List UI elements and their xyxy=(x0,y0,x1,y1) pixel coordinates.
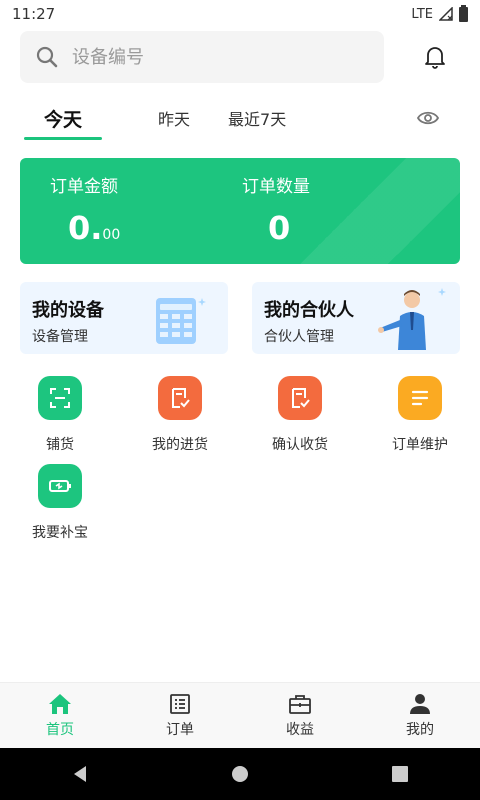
nav-earnings[interactable]: 收益 xyxy=(240,683,360,748)
my-devices-card[interactable]: 我的设备 设备管理 xyxy=(20,282,228,354)
grid-label: 铺货 xyxy=(46,437,74,453)
nav-home[interactable]: 首页 xyxy=(0,683,120,748)
search-input[interactable] xyxy=(72,46,322,68)
nav-label: 首页 xyxy=(46,721,74,738)
grid-item-confirm-receipt[interactable]: 确认收货 xyxy=(240,376,360,464)
nav-orders[interactable]: 订单 xyxy=(120,683,240,748)
battery-icon xyxy=(459,4,468,22)
order-list-icon xyxy=(170,693,190,714)
status-icons: LTE xyxy=(411,4,468,22)
amount-label: 订单金额 xyxy=(50,177,118,197)
eye-icon[interactable] xyxy=(416,106,440,130)
grid-item-replenish[interactable]: 我要补宝 xyxy=(0,464,120,552)
grid-item-order-maintenance[interactable]: 订单维护 xyxy=(360,376,480,464)
grid-item-puhuo[interactable]: 铺货 xyxy=(0,376,120,464)
nav-profile[interactable]: 我的 xyxy=(360,683,480,748)
receipt-check-icon xyxy=(158,376,202,420)
amount-int: 0. xyxy=(68,209,103,247)
amount-value: 0.00 xyxy=(68,209,120,247)
signal-icon xyxy=(439,7,453,21)
count-label: 订单数量 xyxy=(242,177,310,197)
grid-label: 我的进货 xyxy=(152,437,208,453)
nav-label: 我的 xyxy=(406,721,434,738)
calculator-icon xyxy=(156,298,206,344)
count-value: 0 xyxy=(268,209,291,247)
function-grid: 铺货 我的进货 确认收货 订单维护 我要补宝 xyxy=(0,376,480,552)
tab-last7days[interactable]: 最近7天 xyxy=(228,96,286,140)
date-tabs: 今天 昨天 最近7天 xyxy=(24,96,460,140)
nav-label: 订单 xyxy=(166,721,194,738)
search-row xyxy=(20,30,460,84)
system-nav-bar xyxy=(0,748,480,800)
stat-count: 订单数量 0 xyxy=(242,172,310,247)
home-icon xyxy=(49,693,71,714)
back-icon[interactable] xyxy=(70,764,90,784)
scan-icon xyxy=(38,376,82,420)
amount-dec: 00 xyxy=(102,227,121,243)
status-time: 11:27 xyxy=(12,5,56,23)
tab-today[interactable]: 今天 xyxy=(24,96,103,140)
grid-row: 铺货 我的进货 确认收货 订单维护 xyxy=(0,376,480,464)
receipt-check-icon xyxy=(278,376,322,420)
battery-icon xyxy=(38,464,82,508)
recents-icon[interactable] xyxy=(390,764,410,784)
nav-label: 收益 xyxy=(286,721,314,738)
stat-amount: 订单金额 0.00 xyxy=(50,172,120,247)
tab-yesterday[interactable]: 昨天 xyxy=(158,96,190,140)
grid-item-my-purchase[interactable]: 我的进货 xyxy=(120,376,240,464)
grid-label: 确认收货 xyxy=(272,437,328,453)
my-partners-card[interactable]: 我的合伙人 合伙人管理 xyxy=(252,282,460,354)
list-icon xyxy=(398,376,442,420)
briefcase-icon xyxy=(289,694,311,714)
bottom-nav: 首页 订单 收益 我的 xyxy=(0,682,480,748)
grid-label: 订单维护 xyxy=(392,437,448,453)
user-icon xyxy=(410,693,430,714)
status-bar: 11:27 LTE xyxy=(0,0,480,28)
stats-card: 订单金额 0.00 订单数量 0 xyxy=(20,158,460,264)
search-box[interactable] xyxy=(20,31,384,83)
grid-row: 我要补宝 xyxy=(0,464,480,552)
network-label: LTE xyxy=(411,6,433,22)
grid-label: 我要补宝 xyxy=(32,525,88,541)
search-icon xyxy=(36,46,58,68)
feature-cards: 我的设备 设备管理 我的合伙人 合伙人管理 xyxy=(20,282,460,356)
home-circle-icon[interactable] xyxy=(230,764,250,784)
bell-icon[interactable] xyxy=(422,44,448,70)
businessman-icon xyxy=(378,288,446,350)
